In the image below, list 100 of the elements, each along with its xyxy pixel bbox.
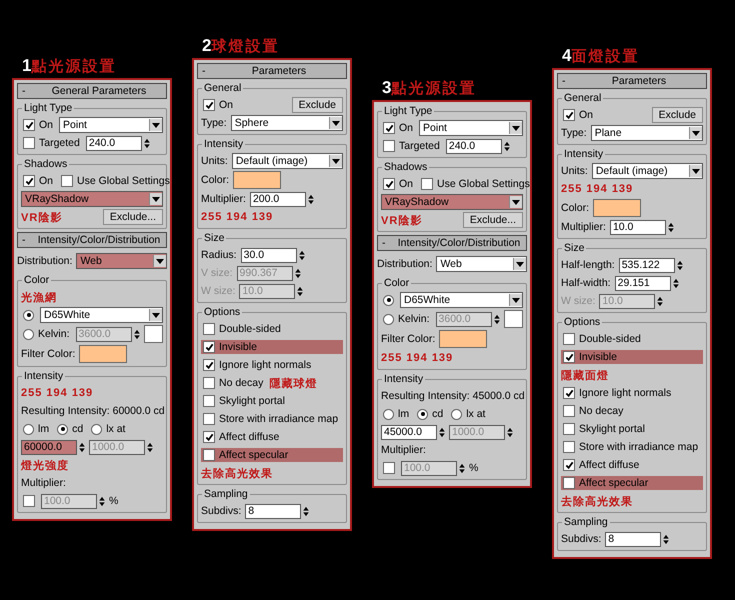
caret-icon[interactable] (152, 312, 160, 318)
checkbox[interactable]: On (201, 98, 236, 112)
caret-icon[interactable] (152, 122, 160, 128)
color-swatch[interactable] (439, 330, 488, 348)
caret-icon[interactable] (692, 168, 700, 174)
dropdown[interactable]: VRayShadow (21, 191, 163, 207)
checkbox[interactable] (381, 461, 397, 475)
checkbox[interactable]: Invisible (201, 340, 343, 354)
checkbox[interactable]: No decay (561, 404, 626, 418)
spinner-arrows-icon[interactable] (303, 506, 310, 516)
checkbox[interactable]: Targeted (21, 136, 82, 150)
caret-icon[interactable] (692, 130, 700, 136)
radio-button[interactable] (21, 308, 36, 322)
rollout-title[interactable]: Parameters (576, 75, 702, 87)
color-swatch[interactable] (79, 345, 128, 363)
exclude-button[interactable]: Exclude (292, 97, 343, 113)
radio-button[interactable]: lm (21, 422, 52, 436)
checkbox[interactable]: Affect diffuse (561, 458, 642, 472)
radio-button[interactable]: cd (415, 407, 446, 421)
caret-icon[interactable] (512, 298, 520, 302)
dropdown[interactable]: Point (59, 117, 163, 133)
radio-button[interactable] (381, 294, 396, 306)
caret-icon[interactable] (332, 158, 340, 164)
collapse-toggle[interactable]: - (22, 234, 36, 246)
spinner-arrows-icon[interactable] (668, 222, 674, 232)
checkbox[interactable]: Affect specular (561, 476, 703, 490)
field-label: Distribution: (377, 258, 432, 270)
color-swatch[interactable] (593, 199, 642, 217)
radio-button[interactable]: cd (55, 422, 86, 436)
exclude-button[interactable]: Exclude... (462, 212, 523, 228)
checkbox[interactable]: On (381, 177, 416, 191)
collapse-toggle[interactable]: - (202, 65, 216, 77)
check-icon (564, 460, 574, 470)
dropdown[interactable]: D65White (400, 292, 523, 308)
caret-icon[interactable] (156, 258, 164, 264)
dropdown[interactable]: Sphere (230, 115, 343, 131)
spinner-arrows-icon[interactable] (144, 138, 150, 148)
checkbox[interactable]: On (21, 118, 56, 132)
field-label: Resulting Intensity: 45000.0 cd (381, 390, 525, 402)
caret-icon[interactable] (516, 262, 524, 266)
checkbox[interactable]: Affect specular (201, 448, 343, 462)
caret-icon[interactable] (512, 200, 520, 204)
spinner-arrows-icon[interactable] (298, 250, 305, 260)
checkbox[interactable]: On (381, 121, 416, 135)
checkbox[interactable]: Invisible (561, 350, 703, 364)
spinner-arrows-icon[interactable] (504, 140, 510, 152)
checkbox[interactable] (21, 494, 37, 508)
spinner-arrows-icon[interactable] (663, 534, 670, 544)
radio-button[interactable]: Kelvin: (21, 327, 72, 341)
radio-button[interactable]: lm (381, 407, 412, 421)
spinner-arrows-icon[interactable] (672, 278, 679, 288)
dropdown[interactable]: Web (436, 256, 527, 272)
dropdown[interactable]: Point (419, 120, 523, 136)
checkbox[interactable]: On (561, 108, 596, 122)
field-label: % (109, 495, 118, 507)
exclude-button[interactable]: Exclude (652, 107, 703, 123)
radio-button[interactable]: lx at (89, 422, 128, 436)
checkbox[interactable]: Use Global Settings (59, 174, 172, 188)
dropdown[interactable]: D65White (40, 307, 163, 323)
color-swatch[interactable] (144, 325, 163, 343)
color-swatch[interactable] (233, 171, 282, 189)
spinner-arrows-icon[interactable] (79, 442, 85, 452)
checkbox[interactable]: Skylight portal (561, 422, 647, 436)
radio-button[interactable]: Kelvin: (381, 312, 432, 326)
checkbox[interactable]: Double-sided (201, 322, 283, 336)
spinner-arrows-icon[interactable] (439, 426, 445, 438)
checkbox[interactable]: No decay (201, 376, 266, 390)
checkbox[interactable]: On (21, 174, 56, 188)
checkbox[interactable]: Ignore light normals (201, 358, 314, 372)
checkbox[interactable]: Targeted (381, 139, 442, 153)
checkbox[interactable]: Use Global Settings (419, 177, 532, 191)
caret-icon[interactable] (152, 196, 160, 202)
radio-button[interactable]: lx at (449, 407, 488, 421)
checkbox[interactable]: Double-sided (561, 332, 643, 346)
checkbox[interactable]: Skylight portal (201, 394, 287, 408)
color-swatch[interactable] (504, 310, 523, 328)
rollout-title[interactable]: Parameters (216, 65, 342, 77)
spinner-arrows-icon[interactable] (676, 260, 683, 270)
spinner-arrows-icon[interactable] (308, 194, 314, 204)
checkbox[interactable]: Store with irradiance map (561, 440, 700, 454)
rollout-title[interactable]: Intensity/Color/Distribution (36, 234, 162, 246)
caret-icon[interactable] (332, 120, 340, 126)
collapse-toggle[interactable]: - (382, 237, 396, 249)
dropdown[interactable]: Default (image) (232, 153, 343, 169)
collapse-toggle[interactable]: - (562, 75, 576, 87)
rollout-title[interactable]: General Parameters (36, 85, 162, 97)
dropdown[interactable]: Default (image) (592, 163, 703, 179)
caret-icon[interactable] (512, 126, 520, 130)
checkbox[interactable]: Store with irradiance map (201, 412, 340, 426)
checkbox[interactable]: Ignore light normals (561, 386, 674, 400)
exclude-button[interactable]: Exclude... (102, 209, 163, 225)
field-label: Filter Color: (381, 333, 436, 345)
dropdown[interactable]: Plane (590, 125, 703, 141)
collapse-toggle[interactable]: - (22, 85, 36, 97)
rollout-title[interactable]: Intensity/Color/Distribution (396, 237, 522, 249)
dropdown[interactable]: VRayShadow (381, 194, 523, 210)
dropdown[interactable]: Web (76, 253, 167, 269)
field-label: Color: (201, 174, 230, 186)
field-label: Radius: (201, 249, 237, 261)
checkbox[interactable]: Affect diffuse (201, 430, 282, 444)
